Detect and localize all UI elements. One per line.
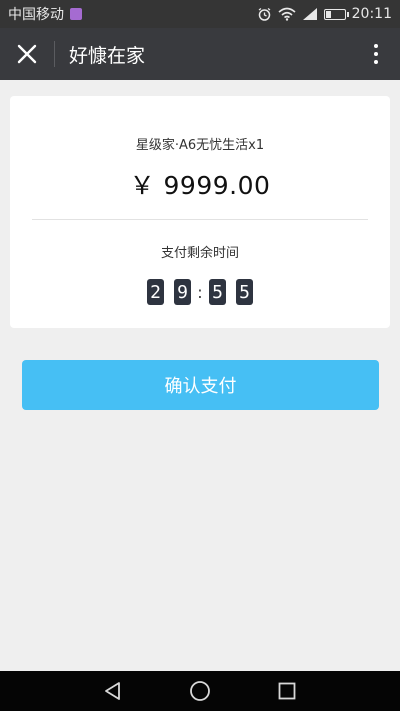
status-bar: 中国移动 20:11 bbox=[0, 0, 400, 28]
more-vertical-icon bbox=[374, 52, 378, 56]
home-button[interactable] bbox=[185, 676, 215, 706]
recents-square-icon bbox=[278, 682, 296, 700]
alarm-icon bbox=[257, 7, 272, 22]
status-left: 中国移动 bbox=[8, 4, 82, 24]
more-vertical-icon bbox=[374, 60, 378, 64]
countdown-digit: 2 bbox=[147, 279, 164, 305]
status-right: 20:11 bbox=[257, 6, 392, 22]
more-vertical-icon bbox=[374, 44, 378, 48]
title-bar: 好慷在家 bbox=[0, 28, 400, 80]
card-divider bbox=[32, 219, 368, 220]
product-name: 星级家·A6无忧生活x1 bbox=[135, 138, 265, 153]
close-button[interactable] bbox=[0, 28, 54, 80]
navigation-bar bbox=[0, 671, 400, 711]
countdown-digit: 5 bbox=[209, 279, 226, 305]
status-time: 20:11 bbox=[351, 6, 392, 22]
battery-icon bbox=[323, 8, 349, 20]
countdown-label: 支付剩余时间 bbox=[160, 246, 239, 261]
confirm-payment-button[interactable]: 确认支付 bbox=[22, 360, 379, 410]
title-divider bbox=[54, 41, 55, 67]
payment-card: 星级家·A6无忧生活x1 ￥ 9999.00 支付剩余时间 2 9 : 5 5 bbox=[10, 96, 390, 328]
page-title: 好慷在家 bbox=[69, 44, 146, 67]
carrier-name: 中国移动 bbox=[8, 7, 64, 23]
wifi-icon bbox=[278, 7, 296, 21]
recents-button[interactable] bbox=[272, 676, 302, 706]
price: ￥ 9999.00 bbox=[129, 171, 271, 200]
more-button[interactable] bbox=[366, 28, 386, 80]
back-triangle-icon bbox=[105, 682, 121, 700]
close-icon bbox=[17, 44, 37, 64]
countdown-digit: 5 bbox=[236, 279, 253, 305]
countdown-separator: : bbox=[197, 282, 203, 302]
battery-fill bbox=[325, 10, 331, 18]
back-button[interactable] bbox=[98, 676, 128, 706]
countdown-digit: 9 bbox=[174, 279, 191, 305]
countdown-timer: 2 9 : 5 5 bbox=[10, 279, 390, 305]
signal-icon bbox=[302, 7, 318, 21]
carrier-badge-icon bbox=[70, 8, 82, 20]
home-circle-icon bbox=[190, 681, 210, 701]
